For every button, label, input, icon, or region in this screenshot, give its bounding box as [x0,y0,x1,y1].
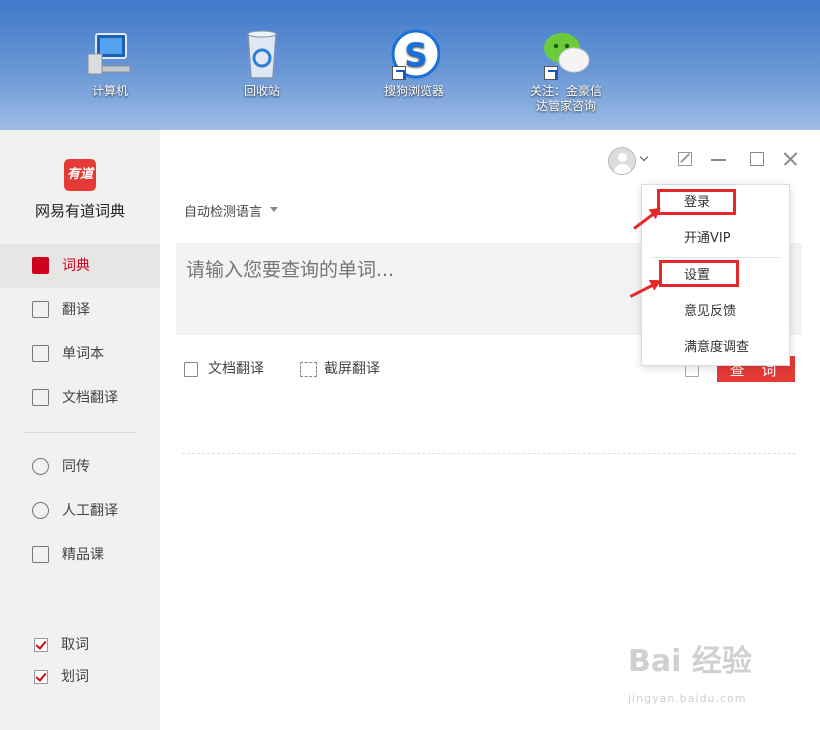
shortcut-arrow-icon [544,66,558,80]
shortcut-arrow-icon [392,66,406,80]
sidebar-item-wordbook[interactable]: 单词本 [0,332,160,376]
desktop-icon-sogou-browser[interactable]: S 搜狗浏览器 [364,28,464,99]
minimize-icon[interactable] [710,150,728,168]
checkbox-label: 取词 [61,637,89,653]
document-icon [184,362,198,377]
sidebar-item-translate[interactable]: 翻译 [0,288,160,332]
mini-mode-icon[interactable] [676,150,694,168]
desktop-icon-label: 计算机 [91,84,128,98]
sidebar-item-label: 精品课 [62,547,104,563]
dictionary-icon [32,257,49,274]
sidebar-divider [24,432,136,433]
watermark-text: Bai 经验 [628,644,752,679]
desktop-icon-wechat[interactable]: 关注：金豪信 达管家咨询 [516,28,616,114]
sidebar-item-dictionary[interactable]: 词典 [0,244,160,288]
simultaneous-icon [32,458,49,475]
menu-item-survey[interactable]: 满意度调查 [642,330,789,366]
camera-icon [300,362,317,377]
tool-label: 文档翻译 [208,361,264,377]
content-divider [182,453,796,454]
checkbox-icon[interactable] [34,670,48,684]
language-select[interactable]: 自动检测语言 [184,201,262,220]
sidebar-item-label: 翻译 [62,302,90,318]
sogou-browser-icon: S [388,28,441,80]
sidebar-item-label: 单词本 [62,346,104,362]
checkbox-icon[interactable] [34,638,48,652]
desktop-icon-recycle-bin[interactable]: 回收站 [212,28,312,99]
sidebar: 有道 网易有道词典 词典 翻译 单词本 文档翻译 同传 人工翻译 精品课 取词 … [0,130,160,730]
desktop-icon-label: 回收站 [243,84,280,98]
chevron-down-icon[interactable] [639,152,649,162]
caret-down-icon[interactable] [270,207,278,212]
youdao-logo-icon: 有道 [64,159,96,191]
desktop-icon-computer[interactable]: 计算机 [60,28,160,99]
sidebar-item-simultaneous[interactable]: 同传 [0,445,160,489]
desktop-background: 计算机 回收站 S 搜狗浏览器 关注：金豪信 达管家咨询 [0,0,820,130]
maximize-icon[interactable] [748,150,766,168]
translate-icon [32,301,49,318]
app-name: 网易有道词典 [34,202,125,220]
sidebar-item-human-translate[interactable]: 人工翻译 [0,489,160,533]
desktop-icon-label: 搜狗浏览器 [383,84,444,98]
close-icon[interactable] [782,150,800,168]
computer-icon [84,28,136,80]
human-translate-icon [32,502,49,519]
desktop-icon-label: 达管家咨询 [535,99,596,113]
course-icon [32,546,49,563]
highlight-box-login [657,189,736,215]
sidebar-item-course[interactable]: 精品课 [0,533,160,577]
highlight-box-settings [659,260,739,287]
svg-text:S: S [404,36,427,74]
sidebar-item-label: 词典 [62,258,90,274]
document-icon [32,389,49,406]
desktop-icon-label: 关注：金豪信 [529,84,602,98]
sidebar-item-label: 同传 [62,459,90,475]
checkbox-label: 划词 [61,669,89,685]
sidebar-item-document-translate[interactable]: 文档翻译 [0,376,160,420]
tool-label: 截屏翻译 [324,361,380,377]
baidu-watermark: Bai 经验 jingyan.baidu.com [628,636,778,705]
menu-item-feedback[interactable]: 意见反馈 [642,294,789,330]
wechat-icon [540,28,592,80]
menu-item-vip[interactable]: 开通VIP [642,221,789,257]
user-avatar[interactable] [608,147,636,175]
recycle-bin-icon [236,28,288,80]
sidebar-item-label: 人工翻译 [62,503,118,519]
sidebar-item-label: 文档翻译 [62,390,118,406]
watermark-url: jingyan.baidu.com [628,692,747,705]
wordbook-icon [32,345,49,362]
